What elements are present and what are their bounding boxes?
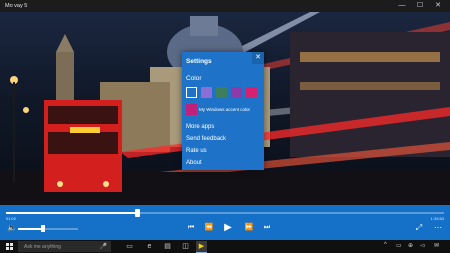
edge-icon[interactable]: e (144, 241, 155, 252)
window-title: Mo vay 5 (5, 3, 28, 9)
window-titlebar: Mo vay 5 — ☐ ✕ (0, 0, 450, 12)
seek-thumb[interactable] (135, 209, 141, 217)
color-label: Color (186, 75, 202, 82)
settings-close-button[interactable]: ✕ (252, 52, 264, 64)
windows-logo-icon (6, 247, 9, 250)
menu-item-about[interactable]: About (186, 160, 202, 166)
network-icon[interactable]: ⊕ (408, 242, 413, 249)
menu-item-more-apps[interactable]: More apps (186, 124, 214, 130)
seek-progress (6, 212, 138, 214)
volume-tray-icon[interactable]: ◅ (420, 242, 425, 249)
speaker-icon[interactable]: 🔈 (7, 223, 17, 232)
more-options-button[interactable]: ⋯ (432, 222, 444, 234)
settings-title: Settings (186, 58, 212, 65)
fullscreen-button[interactable]: ⤢ (413, 222, 425, 234)
windows-logo-icon (10, 247, 13, 250)
search-placeholder[interactable]: Ask me anything (24, 244, 61, 250)
windows-taskbar: Ask me anything 🎤 ▭ e ▤ ◫ ▶ ^ ▭ ⊕ ◅ ✉ (0, 240, 450, 253)
action-center-icon[interactable]: ✉ (434, 242, 439, 249)
volume-level (18, 228, 44, 230)
maximize-button[interactable]: ☐ (413, 0, 427, 12)
store-icon[interactable]: ◫ (180, 241, 191, 252)
time-elapsed: 01:02 (6, 216, 17, 221)
menu-item-send-feedback[interactable]: Send feedback (186, 136, 226, 142)
close-window-button[interactable]: ✕ (431, 0, 445, 12)
battery-icon[interactable]: ▭ (396, 242, 402, 249)
settings-flyout: Settings ✕ Color My Windows accent color… (182, 52, 264, 170)
task-view-icon[interactable]: ▭ (124, 241, 135, 252)
mo-vay-app-icon[interactable]: ▶ (196, 241, 207, 253)
time-total: 1:33:53 (430, 216, 444, 221)
player-controls: 01:02 1:33:53 🔈 ⏮ ⏪ ▶ ⏩ ⏭ ⤢ ⋯ (0, 205, 450, 240)
fast-forward-button[interactable]: ⏩ (243, 222, 255, 234)
color-swatch[interactable] (186, 87, 197, 98)
color-swatch[interactable] (216, 87, 227, 98)
minimize-button[interactable]: — (395, 0, 409, 12)
microphone-icon[interactable]: 🎤 (100, 243, 107, 250)
color-swatch[interactable] (201, 87, 212, 98)
file-explorer-icon[interactable]: ▤ (162, 241, 173, 252)
rewind-button[interactable]: ⏪ (203, 222, 215, 234)
windows-logo-icon (6, 243, 9, 246)
skip-back-button[interactable]: ⏮ (185, 222, 197, 234)
windows-logo-icon (10, 243, 13, 246)
color-swatch[interactable] (246, 87, 257, 98)
volume-thumb[interactable] (41, 225, 46, 232)
start-button[interactable] (6, 243, 13, 250)
windows-accent-color-label[interactable]: My Windows accent color (199, 107, 250, 112)
windows-accent-color-swatch[interactable] (186, 104, 197, 115)
tray-overflow-icon[interactable]: ^ (384, 242, 387, 248)
menu-item-rate-us[interactable]: Rate us (186, 148, 207, 154)
taskbar-search-box[interactable]: Ask me anything 🎤 (18, 241, 111, 252)
color-swatch[interactable] (231, 87, 242, 98)
play-button[interactable]: ▶ (221, 221, 235, 235)
skip-forward-button[interactable]: ⏭ (261, 222, 273, 234)
